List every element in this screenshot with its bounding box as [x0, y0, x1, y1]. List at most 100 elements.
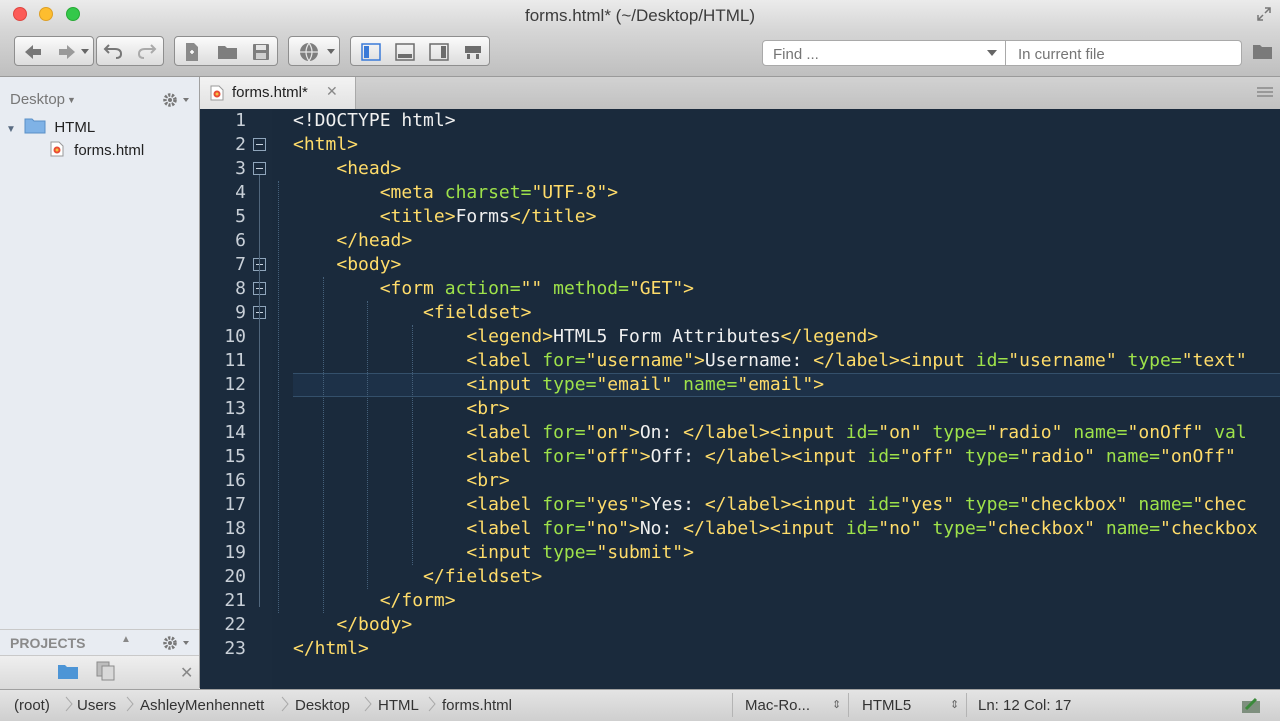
search-scope-field[interactable]: [1006, 40, 1242, 66]
code-line[interactable]: <label for="yes">Yes: </label><input id=…: [293, 493, 1246, 517]
code-line[interactable]: <label for="username">Username: </label>…: [293, 349, 1246, 373]
code-line[interactable]: <form action="" method="GET">: [293, 277, 694, 301]
code-line[interactable]: </form>: [293, 589, 456, 613]
breadcrumb-users[interactable]: Users: [77, 697, 116, 714]
breadcrumb-user[interactable]: AshleyMenhennett: [140, 697, 264, 714]
breadcrumb-desktop[interactable]: Desktop: [295, 697, 350, 714]
toggle-toolbox-icon[interactable]: [463, 43, 483, 61]
code-token: type=: [1127, 350, 1182, 371]
code-editor[interactable]: <!DOCTYPE html> <html> <head> <meta chars…: [200, 109, 1280, 689]
close-icon[interactable]: ✕: [180, 663, 193, 683]
layout-button-group[interactable]: [350, 36, 490, 66]
toggle-right-panel-icon[interactable]: [429, 43, 449, 61]
code-line[interactable]: </head>: [293, 229, 412, 253]
breadcrumb-root[interactable]: (root): [14, 697, 50, 714]
redo-icon[interactable]: [137, 42, 157, 60]
code-token: <input: [466, 542, 543, 563]
stepper-arrows-icon[interactable]: ⇕: [832, 698, 841, 711]
code-line[interactable]: <fieldset>: [293, 301, 531, 325]
code-line[interactable]: <br>: [293, 469, 509, 493]
code-token: "off": [585, 446, 640, 467]
back-forward-button-group[interactable]: [14, 36, 94, 66]
open-folder-icon[interactable]: [1252, 43, 1274, 61]
code-token: <legend>: [466, 326, 554, 347]
breadcrumb-file[interactable]: forms.html: [442, 697, 512, 714]
collapse-arrow-icon[interactable]: ▲: [121, 634, 131, 645]
toolbox-icon[interactable]: [1240, 695, 1262, 717]
fold-toggle-icon[interactable]: [253, 162, 266, 175]
code-line[interactable]: <!DOCTYPE html>: [293, 109, 456, 133]
code-token: <title>: [379, 206, 456, 227]
code-token: "on": [585, 422, 629, 443]
documents-icon[interactable]: [95, 661, 117, 681]
code-token: id=: [867, 494, 900, 515]
tab-overflow-icon[interactable]: [1256, 86, 1274, 98]
line-number: 18: [224, 518, 246, 539]
search-scope-input[interactable]: [1016, 43, 1230, 65]
find-input[interactable]: [771, 43, 975, 65]
code-line[interactable]: <input type="email" name="email">: [293, 373, 824, 397]
back-arrow-icon[interactable]: [23, 43, 43, 61]
chevron-down-icon[interactable]: [987, 50, 997, 57]
new-document-icon[interactable]: [183, 42, 201, 62]
globe-icon[interactable]: [298, 42, 320, 62]
folder-row[interactable]: ▼ HTML: [6, 115, 95, 136]
undo-icon[interactable]: [103, 42, 123, 60]
syntax-select[interactable]: HTML5: [862, 697, 911, 714]
forward-arrow-icon[interactable]: [57, 43, 77, 61]
code-token: </legend>: [780, 326, 879, 347]
undo-redo-button-group[interactable]: [96, 36, 164, 66]
breadcrumb-html[interactable]: HTML: [378, 697, 419, 714]
projects-header[interactable]: PROJECTS ▲: [0, 629, 199, 656]
code-line[interactable]: <meta charset="UTF-8">: [293, 181, 618, 205]
gear-icon[interactable]: [162, 92, 192, 108]
gear-icon[interactable]: [162, 635, 192, 651]
disclosure-triangle-icon[interactable]: ▼: [6, 124, 20, 135]
save-disk-icon[interactable]: [251, 42, 271, 62]
code-token: name=: [1105, 446, 1161, 467]
fullscreen-icon[interactable]: [1256, 6, 1272, 22]
code-token: </label><input: [683, 422, 846, 443]
code-token: <fieldset>: [423, 302, 532, 323]
tab-label: forms.html*: [232, 84, 308, 101]
code-line[interactable]: <body>: [293, 253, 401, 277]
code-line[interactable]: </fieldset>: [293, 565, 542, 589]
open-folder-icon[interactable]: [217, 43, 239, 61]
code-line[interactable]: <label for="on">On: </label><input id="o…: [293, 421, 1246, 445]
code-token: id=: [975, 350, 1009, 371]
code-line[interactable]: <label for="no">No: </label><input id="n…: [293, 517, 1257, 541]
places-dropdown[interactable]: Desktop ▼: [10, 91, 76, 108]
font-select[interactable]: Mac-Ro...: [745, 697, 810, 714]
code-token: for=: [542, 494, 586, 515]
code-line[interactable]: <label for="off">Off: </label><input id=…: [293, 445, 1247, 469]
line-number: 12: [224, 374, 246, 395]
code-token: "no": [878, 518, 933, 539]
code-line[interactable]: <title>Forms</title>: [293, 205, 597, 229]
code-line[interactable]: <br>: [293, 397, 509, 421]
fold-range-line: [259, 175, 260, 607]
file-row[interactable]: forms.html: [50, 139, 144, 159]
code-line[interactable]: </body>: [293, 613, 412, 637]
code-line[interactable]: <legend>HTML5 Form Attributes</legend>: [293, 325, 878, 349]
code-line[interactable]: <head>: [293, 157, 401, 181]
line-number: 23: [224, 638, 246, 659]
toggle-sidebar-icon[interactable]: [361, 43, 381, 61]
line-number: 11: [224, 350, 246, 371]
open-folder-icon[interactable]: [57, 663, 79, 681]
stepper-arrows-icon[interactable]: ⇕: [950, 698, 959, 711]
code-token: >: [813, 374, 825, 395]
tab-forms-html[interactable]: forms.html* ✕: [200, 77, 356, 109]
code-token: "off": [899, 446, 965, 467]
file-button-group[interactable]: [174, 36, 278, 66]
code-token: "": [520, 278, 554, 299]
code-line[interactable]: <input type="submit">: [293, 541, 694, 565]
toggle-bottom-panel-icon[interactable]: [395, 43, 415, 61]
find-field[interactable]: [762, 40, 1006, 66]
fold-toggle-icon[interactable]: [253, 138, 266, 151]
preview-button[interactable]: [288, 36, 340, 66]
close-tab-icon[interactable]: ✕: [326, 83, 338, 100]
code-line[interactable]: </html>: [293, 637, 369, 661]
code-line[interactable]: <html>: [293, 133, 358, 157]
